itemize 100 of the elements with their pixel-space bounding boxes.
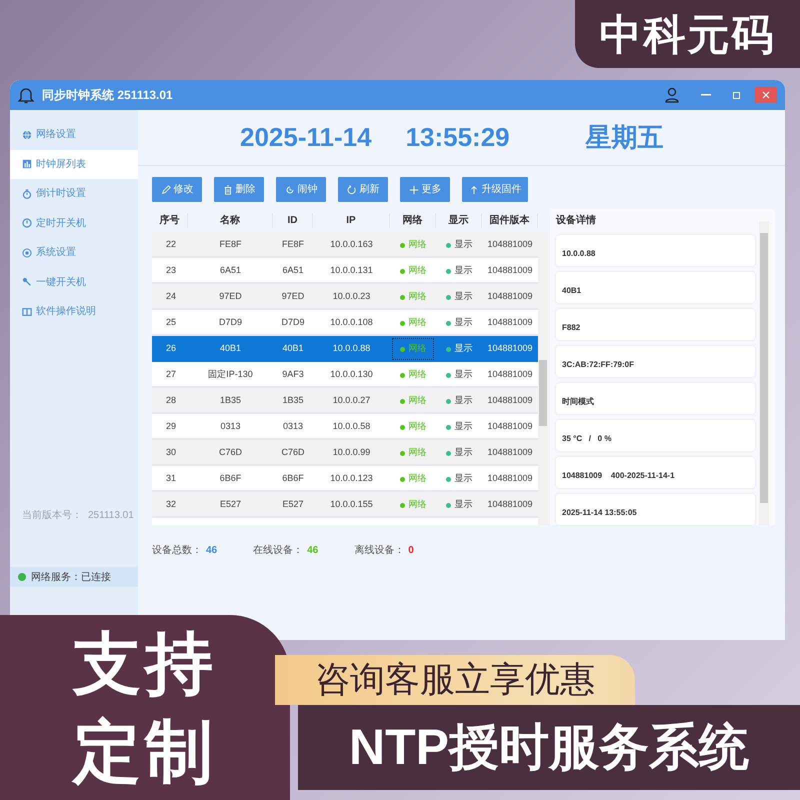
table-cell-text: C76D [280, 446, 306, 460]
table-cell-text: 10.0.0.131 [329, 264, 374, 278]
table-cell-text: 30 [165, 446, 178, 460]
table-cell-text: 24 [165, 290, 178, 304]
toolbar-button[interactable]: 修改 [152, 177, 202, 202]
sidebar-item[interactable]: 网络设置 [10, 120, 138, 150]
time-display: 13:55:29 [406, 121, 510, 154]
sidebar-item[interactable]: 倒计时设置 [10, 179, 138, 208]
status-dot [400, 398, 404, 404]
scrollbar[interactable] [759, 221, 769, 525]
table-cell-text: 40B1 [218, 342, 242, 356]
table-row[interactable]: 30 C76D C76D 10.0.0.99 网络 显示 104881009 [152, 440, 538, 466]
table-cell-text: 31 [165, 472, 178, 486]
table-cell-text: 10.0.0.99 [332, 446, 372, 460]
sidebar-item[interactable]: 时钟屏列表 [10, 150, 138, 179]
table-cell-text: D7D9 [280, 316, 306, 330]
table-row[interactable]: 22 FE8F FE8F 10.0.0.163 网络 显示 104881009 [152, 232, 538, 258]
toolbar-button[interactable]: 升级固件 [462, 177, 528, 202]
arrow-up-icon [468, 184, 478, 194]
minimize-icon [701, 94, 711, 96]
table-cell-text: 6A51 [281, 264, 305, 278]
status-dot [400, 450, 404, 456]
table-cell-text: 6B6F [281, 472, 305, 486]
table-cell-text: E527 [281, 498, 305, 512]
globe-icon [22, 130, 32, 140]
status-dot [446, 502, 450, 508]
column-header: ID [273, 213, 313, 228]
table-cell-text: D7D9 [218, 316, 243, 330]
stat-value: 46 [206, 545, 218, 556]
table-cell-text: 32 [165, 498, 178, 512]
status-text: 网络服务：已连接 [31, 570, 111, 584]
refresh-icon [346, 184, 356, 194]
plus-icon [408, 184, 418, 194]
promo-heading: 定制 [73, 712, 217, 792]
column-header: 序号 [152, 213, 188, 228]
table-cell-text: 网络 [408, 264, 426, 278]
table-row[interactable]: 27 固定IP-130 9AF3 10.0.0.130 网络 显示 104881009 [152, 362, 538, 388]
user-icon[interactable] [665, 87, 679, 103]
table-cell-text: 显示 [454, 394, 472, 408]
table-row[interactable]: 25 D7D9 D7D9 10.0.0.108 网络 显示 104881009 [152, 310, 538, 336]
stat-value: 46 [307, 545, 318, 556]
maximize-icon [732, 92, 740, 98]
detail-field: 时间模式 [556, 383, 755, 414]
table-cell-text: 网络 [408, 316, 426, 330]
version-label: 当前版本号： [22, 510, 82, 521]
table-cell-text: 1B35 [218, 394, 242, 408]
table-row[interactable]: 32 E527 E527 10.0.0.155 网络 显示 104881009 [152, 492, 538, 518]
detail-field: 2025-11-14 13:55:05 [556, 494, 755, 525]
table-row[interactable]: 23 6A51 6A51 10.0.0.131 网络 显示 104881009 [152, 258, 538, 284]
table-cell-text: 显示 [454, 264, 472, 278]
table-cell-text: 显示 [454, 446, 472, 460]
table-row[interactable]: 28 1B35 1B35 10.0.0.27 网络 显示 104881009 [152, 388, 538, 414]
sidebar-item[interactable]: 一键开关机 [10, 268, 138, 297]
detail-field: 10.0.0.88 [556, 235, 755, 266]
table-cell-text: 25 [165, 316, 178, 330]
bell-icon [18, 86, 34, 104]
trash-icon [222, 184, 232, 194]
status-dot [400, 476, 404, 482]
table-cell-text: 显示 [454, 342, 472, 356]
alarm-icon [284, 184, 294, 194]
table-cell-text: 显示 [454, 238, 472, 252]
table-cell-text: 显示 [454, 316, 472, 330]
sidebar-item[interactable]: 定时开关机 [10, 208, 138, 238]
table-row[interactable]: 26 40B1 40B1 10.0.0.88 网络 显示 104881009 [152, 336, 538, 362]
status-dot [446, 476, 450, 482]
table-cell-text: 网络 [408, 342, 426, 356]
status-dot [400, 372, 404, 378]
table-cell-text: 网络 [408, 446, 426, 460]
version-number: 251113.01 [88, 510, 134, 521]
table-cell-text: 22 [165, 238, 178, 252]
table-cell-text: 显示 [454, 290, 472, 304]
table-cell-text: 9AF3 [281, 368, 305, 382]
sidebar-item[interactable]: 系统设置 [10, 238, 138, 268]
detail-field: 35 °C / 0 % [556, 420, 755, 451]
scrollbar[interactable] [538, 232, 548, 525]
product-banner: NTP授时服务系统 [298, 705, 800, 790]
table-row[interactable]: 24 97ED 97ED 10.0.0.23 网络 显示 104881009 [152, 284, 538, 310]
table-cell-text: 27 [165, 368, 178, 382]
close-button[interactable] [755, 87, 777, 103]
table-cell-text: 104881009 [486, 264, 534, 278]
toolbar-button[interactable]: 更多 [400, 177, 450, 202]
table-cell-text: 29 [165, 420, 178, 434]
table-cell-text: 10.0.0.88 [332, 342, 372, 356]
table-cell-text: 104881009 [486, 420, 534, 434]
table-cell-text: 23 [165, 264, 178, 278]
table-cell-text: E527 [218, 498, 242, 512]
table-cell-text: 固定IP-130 [207, 368, 254, 382]
table-row[interactable]: 31 6B6F 6B6F 10.0.0.123 网络 显示 104881009 [152, 466, 538, 492]
table-cell-text: 网络 [408, 238, 426, 252]
wand-icon [22, 277, 32, 288]
table-cell-text: 网络 [408, 420, 426, 434]
sidebar-item[interactable]: 软件操作说明 [10, 297, 138, 326]
toolbar-button[interactable]: 闹钟 [276, 177, 326, 202]
table-cell-text: 0313 [219, 420, 242, 434]
toolbar-button[interactable]: 刷新 [338, 177, 388, 202]
table-row[interactable]: 29 0313 0313 10.0.0.58 网络 显示 104881009 [152, 414, 538, 440]
toolbar-button[interactable]: 删除 [214, 177, 264, 202]
column-header: 显示 [436, 213, 482, 228]
status-dot [400, 320, 404, 326]
status-dot [400, 424, 404, 430]
